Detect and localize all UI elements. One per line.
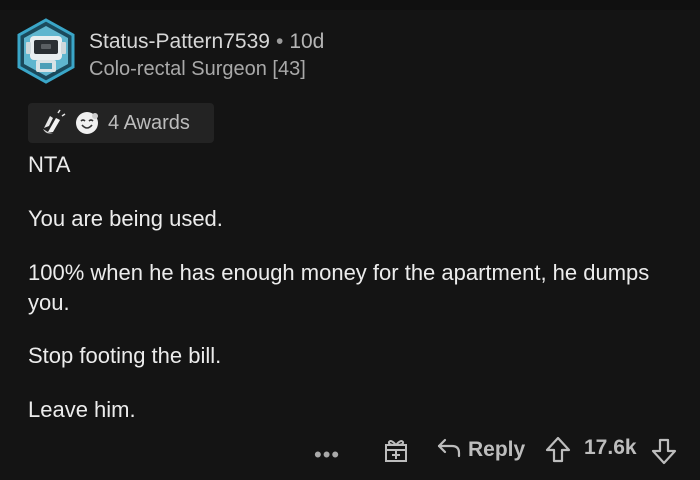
comment-paragraph: 100% when he has enough money for the ap…	[28, 260, 650, 315]
user-flair: Colo-rectal Surgeon [43]	[89, 58, 306, 80]
gift-icon[interactable]	[382, 436, 410, 464]
comment-paragraph: Stop footing the bill.	[28, 343, 222, 368]
separator-dot: •	[275, 30, 284, 53]
vote-score: 17.6k	[584, 436, 637, 459]
author-username[interactable]: Status-Pattern7539	[89, 30, 270, 53]
reply-arrow-icon	[436, 437, 462, 464]
reply-button[interactable]: Reply	[436, 434, 525, 466]
author-line: Status-Pattern7539 • 10d	[89, 30, 324, 54]
comment-paragraph: You are being used.	[28, 206, 223, 231]
more-options-button[interactable]: •••	[314, 442, 340, 468]
awards-count-label: 4 Awards	[108, 111, 190, 134]
comment-actions-bar: ••• Reply 17.6k	[0, 428, 700, 472]
upvote-arrow-icon[interactable]	[544, 435, 572, 465]
clapping-hands-award-icon	[38, 108, 68, 138]
comment-paragraph: Leave him.	[28, 397, 136, 422]
downvote-arrow-icon[interactable]	[650, 436, 678, 466]
awards-button[interactable]: 4 Awards	[28, 103, 214, 143]
wholesome-award-icon	[72, 108, 102, 138]
comment: Status-Pattern7539 • 10d Colo-rectal Surge…	[0, 0, 700, 480]
robot-avatar-icon[interactable]	[16, 18, 76, 84]
comment-age: 10d	[289, 30, 325, 53]
comment-paragraph: NTA	[28, 152, 71, 177]
reply-label: Reply	[468, 438, 526, 461]
